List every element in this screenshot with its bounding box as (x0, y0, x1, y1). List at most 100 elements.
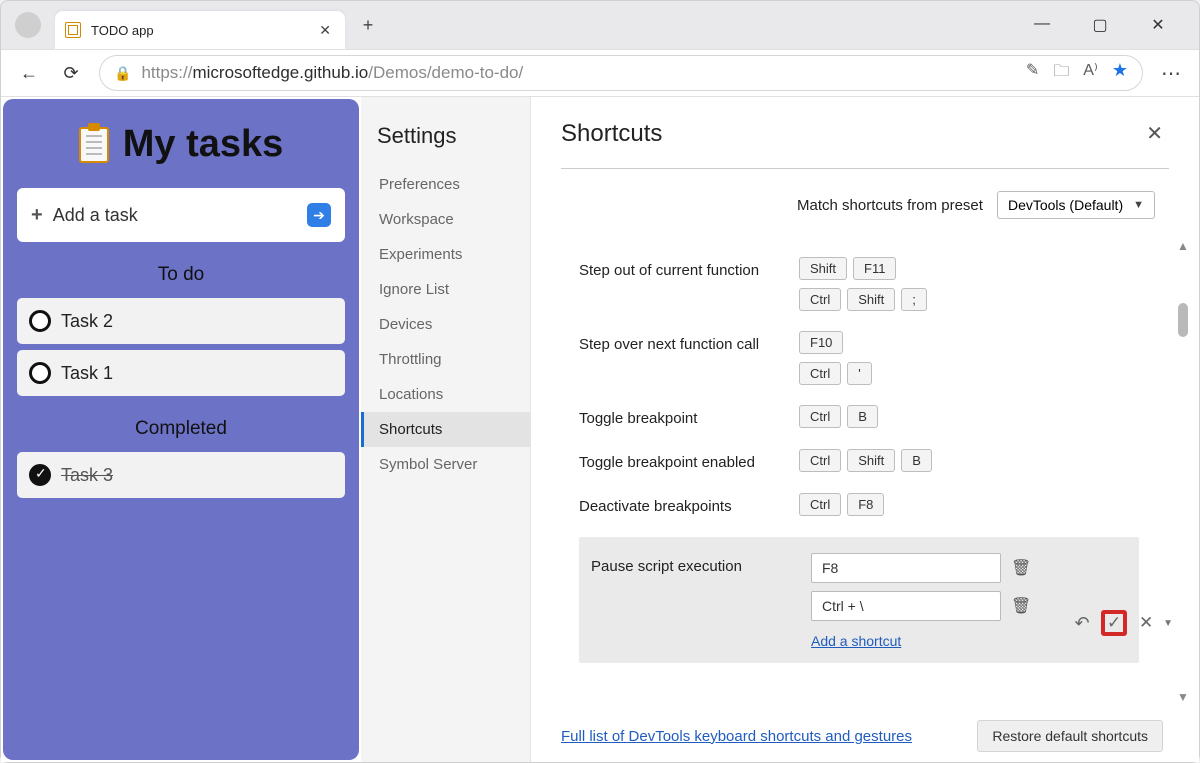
shortcut-row: Toggle breakpoint Ctrl B (579, 395, 1139, 439)
nav-item-throttling[interactable]: Throttling (361, 342, 530, 377)
delete-shortcut-icon[interactable]: 🗑 (1011, 558, 1031, 578)
scrollbar[interactable]: ▲ ▼ (1175, 237, 1191, 706)
nav-item-symbol-server[interactable]: Symbol Server (361, 447, 530, 482)
nav-item-devices[interactable]: Devices (361, 307, 530, 342)
shortcuts-footer: Full list of DevTools keyboard shortcuts… (531, 706, 1199, 762)
scroll-up-icon[interactable]: ▲ (1177, 237, 1189, 255)
window-controls: — ▢ ✕ (1025, 15, 1193, 35)
url-host: microsoftedge.github.io (192, 63, 368, 82)
key: F10 (799, 331, 843, 354)
nav-item-experiments[interactable]: Experiments (361, 237, 530, 272)
scrollbar-thumb[interactable] (1178, 303, 1188, 337)
titlebar: TODO app ✕ + — ▢ ✕ (1, 1, 1199, 49)
back-button[interactable]: ← (15, 59, 43, 87)
key-combo: Shift F11 (799, 257, 1139, 280)
minimize-button[interactable]: — (1025, 15, 1059, 35)
scroll-down-hint-icon: ▼ (1163, 618, 1173, 629)
shortcut-keys-col: Ctrl B (799, 405, 1139, 428)
key: Ctrl (799, 449, 841, 472)
confirm-icon[interactable]: ✓ (1101, 610, 1127, 636)
settings-sidebar: Settings Preferences Workspace Experimen… (361, 97, 531, 762)
favorite-star-icon[interactable]: ★ (1112, 60, 1128, 87)
add-task-placeholder: Add a task (53, 205, 138, 226)
tab-title: TODO app (91, 23, 305, 38)
delete-shortcut-icon[interactable]: 🗑 (1011, 596, 1031, 616)
task-item[interactable]: Task 1 (17, 350, 345, 396)
close-panel-icon[interactable]: ✕ (1140, 115, 1169, 152)
todo-app: My tasks + Add a task ➔ To do Task 2 Tas… (3, 99, 359, 760)
key-combo: Ctrl ' (799, 362, 1139, 385)
preset-row: Match shortcuts from preset DevTools (De… (531, 169, 1199, 237)
new-tab-button[interactable]: + (353, 10, 383, 40)
task-item[interactable]: Task 2 (17, 298, 345, 344)
key: Ctrl (799, 288, 841, 311)
scroll-down-icon[interactable]: ▼ (1177, 688, 1189, 706)
nav-item-locations[interactable]: Locations (361, 377, 530, 412)
key: F11 (853, 257, 896, 280)
shortcuts-header: Shortcuts ✕ (531, 97, 1199, 169)
nav-item-workspace[interactable]: Workspace (361, 202, 530, 237)
task-item-done[interactable]: Task 3 (17, 452, 345, 498)
edit-actions: ↶ ✓ ✕ ▼ (1069, 610, 1173, 636)
url-input[interactable]: 🔒 https://microsoftedge.github.io/Demos/… (99, 55, 1143, 91)
task-label: Task 2 (61, 311, 113, 332)
shortcut-keys-col: Ctrl F8 (799, 493, 1139, 516)
todo-section-label: To do (13, 264, 349, 286)
key: Shift (847, 288, 895, 311)
window-close-button[interactable]: ✕ (1141, 15, 1175, 35)
more-menu-button[interactable]: ⋯ (1157, 61, 1185, 86)
shortcut-keys-col: Ctrl Shift B (799, 449, 1139, 472)
task-checkbox-checked[interactable] (29, 464, 51, 486)
key: Ctrl (799, 493, 841, 516)
shortcut-input[interactable] (811, 591, 1001, 621)
browser-window: TODO app ✕ + — ▢ ✕ ← ⟳ 🔒 https://microso… (0, 0, 1200, 763)
clipboard-icon (79, 127, 109, 163)
todo-title-row: My tasks (13, 123, 349, 166)
add-task-input[interactable]: + Add a task ➔ (17, 188, 345, 242)
shortcut-label: Pause script execution (591, 556, 791, 577)
profile-avatar[interactable] (15, 12, 41, 38)
maximize-button[interactable]: ▢ (1083, 15, 1117, 35)
shortcut-row: Step over next function call F10 Ctrl ' (579, 321, 1139, 395)
browser-tab[interactable]: TODO app ✕ (55, 11, 345, 49)
url-scheme: https:// (141, 63, 192, 82)
task-checkbox[interactable] (29, 310, 51, 332)
panel-title: Shortcuts (561, 120, 662, 148)
edit-icon[interactable]: ✎ (1026, 60, 1039, 87)
address-bar: ← ⟳ 🔒 https://microsoftedge.github.io/De… (1, 49, 1199, 97)
nav-item-ignore-list[interactable]: Ignore List (361, 272, 530, 307)
shortcut-row: Deactivate breakpoints Ctrl F8 (579, 483, 1139, 527)
preset-select[interactable]: DevTools (Default) ▼ (997, 191, 1155, 219)
shortcut-label: Toggle breakpoint (579, 408, 779, 429)
nav-item-preferences[interactable]: Preferences (361, 167, 530, 202)
undo-icon[interactable]: ↶ (1069, 610, 1095, 636)
key: ' (847, 362, 871, 385)
shortcut-row-editing: Pause script execution 🗑 🗑 (579, 537, 1139, 663)
shortcut-input[interactable] (811, 553, 1001, 583)
lock-icon: 🔒 (114, 65, 131, 82)
shortcut-label: Deactivate breakpoints (579, 496, 779, 517)
key: B (847, 405, 878, 428)
nav-item-shortcuts[interactable]: Shortcuts (361, 412, 530, 447)
preset-label: Match shortcuts from preset (797, 197, 983, 214)
refresh-button[interactable]: ⟳ (57, 59, 85, 87)
key: Ctrl (799, 362, 841, 385)
shortcut-label: Step over next function call (579, 334, 779, 355)
task-label: Task 1 (61, 363, 113, 384)
shortcut-input-row: 🗑 (811, 553, 1119, 583)
shortcut-keys-col: F10 Ctrl ' (799, 331, 1139, 385)
cancel-icon[interactable]: ✕ (1133, 610, 1159, 636)
restore-defaults-button[interactable]: Restore default shortcuts (977, 720, 1163, 752)
url-path: /Demos/demo-to-do/ (368, 63, 523, 82)
read-aloud-icon[interactable]: A⁾ (1083, 60, 1098, 87)
task-checkbox[interactable] (29, 362, 51, 384)
full-list-link[interactable]: Full list of DevTools keyboard shortcuts… (561, 728, 912, 745)
chevron-down-icon: ▼ (1133, 199, 1144, 211)
tab-close-icon[interactable]: ✕ (315, 20, 335, 41)
key: ; (901, 288, 927, 311)
shortcuts-panel: Shortcuts ✕ Match shortcuts from preset … (531, 97, 1199, 762)
app-icon[interactable]: 🗀 (1053, 60, 1069, 87)
content-area: My tasks + Add a task ➔ To do Task 2 Tas… (1, 97, 1199, 762)
submit-task-button[interactable]: ➔ (307, 203, 331, 227)
key: F8 (847, 493, 884, 516)
